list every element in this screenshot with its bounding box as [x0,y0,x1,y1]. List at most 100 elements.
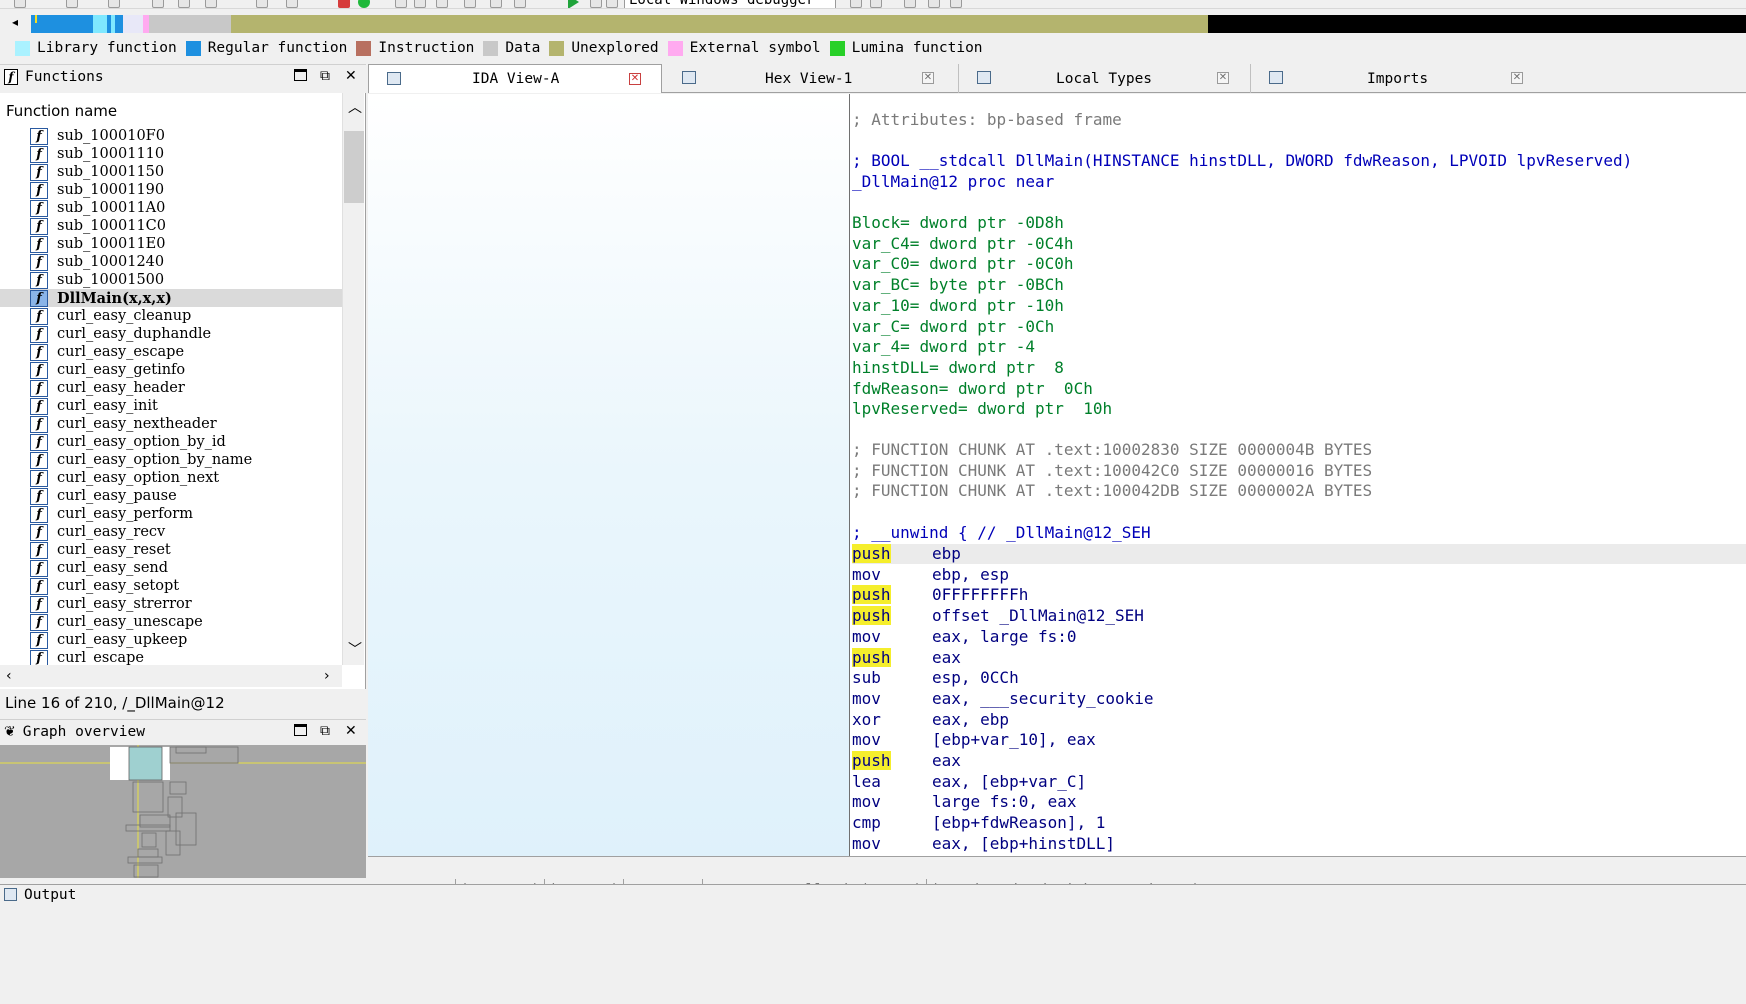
instruction-mnemonic[interactable]: push [852,544,932,564]
instruction-mnemonic[interactable]: mov [852,792,932,812]
instruction-line[interactable]: lea eax, [ebp+var_C] [852,772,1746,792]
stack-variable-line[interactable]: var_C4= dword ptr -0C4h [852,234,1074,254]
back-icon[interactable] [66,0,78,8]
function-list-item[interactable]: f sub_10001190 [0,181,342,199]
instruction-operands[interactable]: eax, ___security_cookie [932,689,1154,708]
float-icon[interactable]: ⧉ [320,724,330,738]
toolbar-tool-icon[interactable] [436,0,448,8]
instruction-mnemonic[interactable]: mov [852,627,932,647]
instruction-mnemonic[interactable]: mov [852,834,932,854]
instruction-operands[interactable]: ebp [932,544,961,563]
instruction-operands[interactable]: large fs:0, eax [932,792,1077,811]
tab-close-icon[interactable]: ✕ [1217,72,1229,84]
instruction-operands[interactable]: [ebp+fdwReason], 1 [932,813,1105,832]
function-list-item[interactable]: f sub_10001110 [0,145,342,163]
stack-variable-line[interactable]: var_10= dword ptr -10h [852,296,1064,316]
stack-variable-name[interactable]: var_4 [852,337,900,356]
scroll-up-icon[interactable]: ︿ [348,97,362,117]
forward-icon[interactable] [108,0,120,8]
stack-variable-line[interactable]: var_C0= dword ptr -0C0h [852,254,1074,274]
toolbar-tool-icon[interactable] [904,0,916,8]
stack-variable-name[interactable]: var_C [852,317,900,336]
tab-imports[interactable]: Imports ✕ [1250,64,1546,93]
navigation-bar[interactable] [31,15,1746,33]
tab-hex-view-1[interactable]: Hex View-1 ✕ [664,64,958,93]
scroll-thumb[interactable] [344,131,364,203]
scroll-down-icon[interactable]: ﹀ [348,639,362,659]
function-list-item[interactable]: f sub_10001150 [0,163,342,181]
proc-declaration[interactable]: _DllMain@12 proc near [852,172,1054,192]
tab-ida-view-a[interactable]: IDA View-A ✕ [368,64,662,93]
stop-icon[interactable] [606,0,618,8]
function-list-item[interactable]: f curl_easy_send [0,559,342,577]
toolbar-tool-icon[interactable] [205,0,217,8]
stack-variable-name[interactable]: Block [852,213,900,232]
instruction-line[interactable]: push offset _DllMain@12_SEH [852,606,1746,626]
function-list-item[interactable]: f sub_10001500 [0,271,342,289]
instruction-operands[interactable]: ebp, esp [932,565,1009,584]
stack-variable-line[interactable]: var_BC= byte ptr -0BCh [852,275,1064,295]
function-list-item[interactable]: f curl_easy_getinfo [0,361,342,379]
function-list-item[interactable]: f curl_easy_header [0,379,342,397]
function-list-item[interactable]: f curl_easy_upkeep [0,631,342,649]
scroll-right-icon[interactable]: › [324,668,330,684]
toolbar-tool-icon[interactable] [870,0,882,8]
pause-icon[interactable] [590,0,602,8]
close-icon[interactable]: ✕ [345,724,357,738]
instruction-line[interactable]: mov [ebp+var_10], eax [852,730,1746,750]
function-list-item[interactable]: f curl_easy_perform [0,505,342,523]
graph-overview[interactable] [0,745,366,878]
instruction-operands[interactable]: 0FFFFFFFFh [932,585,1028,604]
toolbar-tool-icon[interactable] [395,0,407,8]
horizontal-scrollbar[interactable]: ‹ › [0,665,342,687]
instruction-line[interactable]: push ebp [852,544,1746,564]
debugger-select[interactable]: Local Windows debugger [624,0,836,8]
stack-variable-line[interactable]: Block= dword ptr -0D8h [852,213,1064,233]
stack-variable-line[interactable]: lpvReserved= dword ptr 10h [852,399,1112,419]
instruction-mnemonic[interactable]: push [852,751,932,771]
function-list-item[interactable]: f sub_100011C0 [0,217,342,235]
function-list-item[interactable]: f curl_easy_reset [0,541,342,559]
instruction-line[interactable]: cmp [ebp+fdwReason], 1 [852,813,1746,833]
instruction-mnemonic[interactable]: cmp [852,813,932,833]
function-list-item[interactable]: f curl_easy_recv [0,523,342,541]
stack-variable-name[interactable]: var_C0 [852,254,910,273]
toolbar-tool-icon[interactable] [414,0,426,8]
instruction-mnemonic[interactable]: push [852,606,932,626]
instruction-line[interactable]: push eax [852,647,1746,668]
start-debugger-icon[interactable] [568,0,579,8]
instruction-mnemonic[interactable]: mov [852,730,932,750]
instruction-line[interactable]: mov ebp, esp [852,565,1746,585]
open-icon[interactable] [14,0,26,8]
graph-canvas[interactable] [368,94,849,856]
function-list-item[interactable]: f curl_easy_strerror [0,595,342,613]
instruction-operands[interactable]: eax, [ebp+hinstDLL] [932,834,1115,853]
tab-local-types[interactable]: Local Types ✕ [958,64,1250,93]
instruction-mnemonic[interactable]: mov [852,689,932,709]
tab-close-icon[interactable]: ✕ [1511,72,1523,84]
instruction-line[interactable]: push eax [852,751,1746,771]
instruction-mnemonic[interactable]: mov [852,565,932,585]
stack-variable-name[interactable]: var_C4 [852,234,910,253]
function-list-item[interactable]: f DllMain(x,x,x) [0,289,342,307]
function-list-item[interactable]: f sub_100011A0 [0,199,342,217]
instruction-line[interactable]: sub esp, 0CCh [852,668,1746,688]
toolbar-tool-icon[interactable] [178,0,190,8]
toolbar-tool-icon[interactable] [928,0,940,8]
vertical-scrollbar[interactable]: ︿ ﹀ [342,93,364,665]
output-panel-header[interactable]: Output [0,884,1746,904]
column-header-function-name[interactable]: Function name [0,93,342,125]
navigation-band[interactable]: ◂ [0,11,1746,35]
graph-overview-canvas[interactable] [0,745,366,878]
toolbar-tool-icon[interactable] [464,0,476,8]
function-list-item[interactable]: f curl_easy_init [0,397,342,415]
instruction-operands[interactable]: eax, [ebp+var_C] [932,772,1086,791]
stack-variable-line[interactable]: hinstDLL= dword ptr 8 [852,358,1064,378]
instruction-operands[interactable]: eax, large fs:0 [932,627,1077,646]
run-icon[interactable] [358,0,370,8]
instruction-mnemonic[interactable]: xor [852,710,932,730]
maximize-icon[interactable] [294,69,307,81]
instruction-line[interactable]: mov eax, ___security_cookie [852,689,1746,709]
toolbar-tool-icon[interactable] [850,0,862,8]
stack-variable-name[interactable]: fdwReason [852,379,939,398]
